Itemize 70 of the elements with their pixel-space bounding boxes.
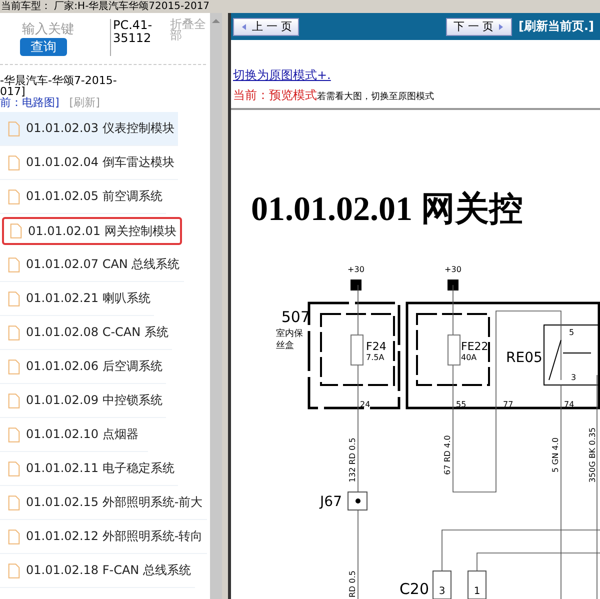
document-icon <box>8 562 20 578</box>
tree-item[interactable]: 01.01.02.07 CAN 总线系统 <box>0 248 184 282</box>
document-icon <box>8 290 20 306</box>
diagram-label: +30 <box>444 265 462 274</box>
current-type-link[interactable]: 前：电路图] <box>0 96 60 109</box>
document-icon <box>8 494 20 510</box>
diagram-label: 55 <box>456 400 466 409</box>
diagram-label: 3 <box>438 586 446 597</box>
diagram-label: 丝盒 <box>276 341 294 351</box>
vehicle-text: -华晨汽车-华颂7-2015- <box>0 75 118 86</box>
diagram-label: 74 <box>564 400 574 409</box>
document-icon <box>8 154 20 170</box>
diagram-label: RD 0.5 <box>348 570 357 598</box>
diagram-label: 7.5A <box>366 353 384 362</box>
diagram-label: 5 GN 4.0 <box>551 437 560 473</box>
tree-item[interactable]: 01.01.02.01 网关控制模块 <box>2 217 182 245</box>
document-icon <box>8 120 20 136</box>
tree-item[interactable]: 01.01.02.10 点烟器 <box>0 418 148 452</box>
vehicle-text: 017] <box>0 86 26 97</box>
next-page-button[interactable]: 下 一 页 <box>446 18 512 36</box>
scrollbar[interactable] <box>210 13 222 599</box>
mode-hint: 若需看大图，切换至原图模式 <box>317 92 434 102</box>
tree-item[interactable]: 01.01.02.11 电子稳定系统 <box>0 452 178 486</box>
tree-item[interactable]: 01.01.02.06 后空调系统 <box>0 350 166 384</box>
document-icon <box>8 460 20 476</box>
tree-item[interactable]: 01.01.02.04 倒车雷达模块 <box>0 146 178 180</box>
tree-item[interactable]: 01.01.02.18 F-CAN 总线系统 <box>0 554 195 588</box>
previous-page-button[interactable]: 上 一 页 <box>233 18 299 36</box>
tree-item[interactable]: 01.01.02.08 C-CAN 系统 <box>0 316 172 350</box>
diagram-label: 507 <box>281 308 310 326</box>
tree-item[interactable]: 01.01.02.09 中控锁系统 <box>0 384 166 418</box>
diagram-label: FE22 <box>461 340 488 353</box>
tree-item[interactable]: 01.01.02.03 仪表控制模块 <box>0 112 178 146</box>
document-icon <box>8 426 20 442</box>
diagram-label: 67 RD 4.0 <box>443 435 452 475</box>
scroll-up-icon[interactable] <box>211 17 221 25</box>
document-icon <box>8 528 20 544</box>
mode-status: 当前：预览模式 <box>233 88 317 102</box>
diagram-label: 1 <box>474 586 480 597</box>
vehicle-model-text: 当前车型： 厂家:H-华晨汽车华颂72015-2017 <box>1 1 210 12</box>
document-icon <box>8 358 20 374</box>
document-icon <box>8 392 20 408</box>
tree-item[interactable]: 01.01.02.15 外部照明系统-前大 <box>0 486 207 520</box>
diagram-label: 40A <box>461 353 477 362</box>
diagram-label: +30 <box>348 265 364 274</box>
document-icon <box>8 324 20 340</box>
diagram-label: RE05 <box>506 350 542 366</box>
document-icon <box>10 223 22 239</box>
diagram-label: J67 <box>320 494 342 510</box>
diagram-label: 3 <box>571 373 576 382</box>
tree-item[interactable]: 01.01.02.12 外部照明系统-转向 <box>0 520 207 554</box>
right-arrow-icon <box>497 22 506 30</box>
refresh-page-link[interactable]: [刷新当前页.] <box>518 18 594 35</box>
diagram-label: 132 RD 0.5 <box>348 438 357 482</box>
diagram-label: 24 <box>360 400 370 409</box>
diagram-label: 室内保 <box>276 329 303 339</box>
diagram-label: 350G BK 0.35 <box>588 427 597 483</box>
document-icon <box>8 188 20 204</box>
diagram-label: F24 <box>366 340 386 353</box>
diagram-label: 5 <box>569 328 574 337</box>
diagram-title: 01.01.02.01 网关控 <box>251 191 523 228</box>
document-icon <box>8 256 20 272</box>
part-code: PC.41-35112 <box>110 19 166 56</box>
tree-item[interactable]: 01.01.02.05 前空调系统 <box>0 180 166 214</box>
switch-mode-link[interactable]: 切换为原图模式+. <box>233 68 331 82</box>
diagram-label: 77 <box>503 400 514 409</box>
search-button[interactable]: 查询 <box>20 38 67 56</box>
left-arrow-icon <box>240 22 248 30</box>
tree-item[interactable]: 01.01.02.21 喇叭系统 <box>0 282 154 316</box>
diagram-label: C20 <box>399 580 429 598</box>
